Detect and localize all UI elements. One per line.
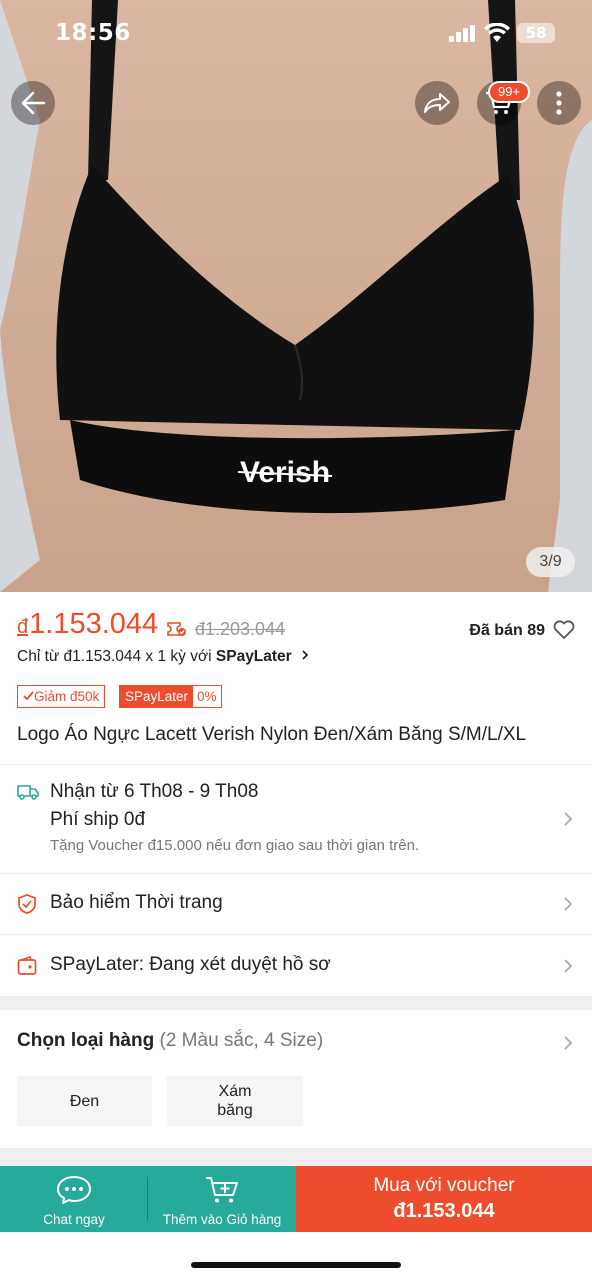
original-price: đ1.203.044 — [195, 619, 286, 639]
wallet-icon — [17, 956, 37, 975]
variant-title: Chọn loại hàng (2 Màu sắc, 4 Size) — [17, 1030, 324, 1051]
chat-now-button[interactable]: Chat ngay — [0, 1166, 148, 1232]
divider — [0, 764, 592, 765]
spaylater-status-label: SPayLater: Đang xét duyệt hồ sơ — [50, 954, 331, 975]
battery-icon: 58 — [517, 23, 555, 43]
chevron-right-icon — [302, 650, 309, 660]
discount-badge: Giảm đ50k — [17, 685, 106, 708]
sold-count: Đã bán 89 — [469, 622, 545, 639]
share-icon — [424, 93, 450, 113]
section-separator — [0, 996, 592, 1010]
heart-icon[interactable] — [553, 620, 575, 640]
chat-icon — [57, 1176, 91, 1204]
spaylater-badge: SPayLater 0% — [119, 685, 222, 708]
shipping-fee: Phí ship 0đ — [50, 809, 146, 830]
add-to-cart-label: Thêm vào Giỏ hàng — [162, 1212, 282, 1227]
voucher-icon — [167, 622, 186, 636]
chevron-right-icon — [564, 959, 573, 973]
arrow-left-icon — [21, 91, 46, 115]
product-image-gallery[interactable]: Verish 18:56 58 99+ 3/9 — [0, 0, 592, 592]
check-icon — [23, 691, 34, 701]
add-to-cart-button[interactable]: Thêm vào Giỏ hàng — [148, 1166, 296, 1232]
buy-button-label: Mua với voucher — [373, 1175, 515, 1196]
shield-icon — [18, 894, 36, 914]
insurance-label: Bảo hiểm Thời trang — [50, 892, 223, 913]
divider — [0, 934, 592, 935]
wifi-icon — [484, 23, 510, 42]
delivery-date: Nhận từ 6 Th08 - 9 Th08 — [50, 781, 259, 802]
back-button[interactable] — [11, 81, 55, 125]
status-bar: 18:56 58 — [0, 20, 592, 48]
cart-count-badge: 99+ — [488, 81, 530, 103]
variant-option-ice-grey[interactable]: Xám băng — [167, 1076, 303, 1126]
share-button[interactable] — [415, 81, 459, 125]
divider — [0, 873, 592, 874]
truck-icon — [17, 785, 39, 800]
image-counter: 3/9 — [526, 547, 575, 577]
buy-with-voucher-button[interactable]: Mua với voucher đ1.153.044 — [296, 1166, 592, 1232]
more-options-button[interactable] — [537, 81, 581, 125]
variant-option-black[interactable]: Đen — [17, 1076, 152, 1126]
buy-button-price: đ1.153.044 — [393, 1200, 495, 1222]
home-indicator — [191, 1262, 401, 1268]
spaylater-installment[interactable]: Chỉ từ đ1.153.044 x 1 kỳ với SPayLater — [17, 648, 310, 666]
chat-now-label: Chat ngay — [43, 1212, 105, 1227]
add-to-cart-icon — [206, 1177, 238, 1203]
signal-icon — [449, 25, 475, 42]
price-row: đ1.153.044 đ1.203.044 Đã bán 89 — [17, 608, 575, 648]
more-vertical-icon — [556, 91, 562, 115]
chevron-right-icon — [564, 812, 573, 826]
product-title: Logo Áo Ngực Lacett Verish Nylon Đen/Xám… — [17, 724, 527, 745]
chevron-right-icon — [564, 897, 573, 911]
bottom-action-bar: Chat ngay Thêm vào Giỏ hàng Mua với vouc… — [0, 1166, 592, 1232]
current-price: đ1.153.044 — [17, 608, 159, 640]
section-separator — [0, 1148, 592, 1166]
status-time: 18:56 — [55, 20, 131, 46]
chevron-right-icon — [564, 1036, 573, 1050]
shipping-voucher-note: Tặng Voucher đ15.000 nếu đơn giao sau th… — [50, 837, 420, 854]
